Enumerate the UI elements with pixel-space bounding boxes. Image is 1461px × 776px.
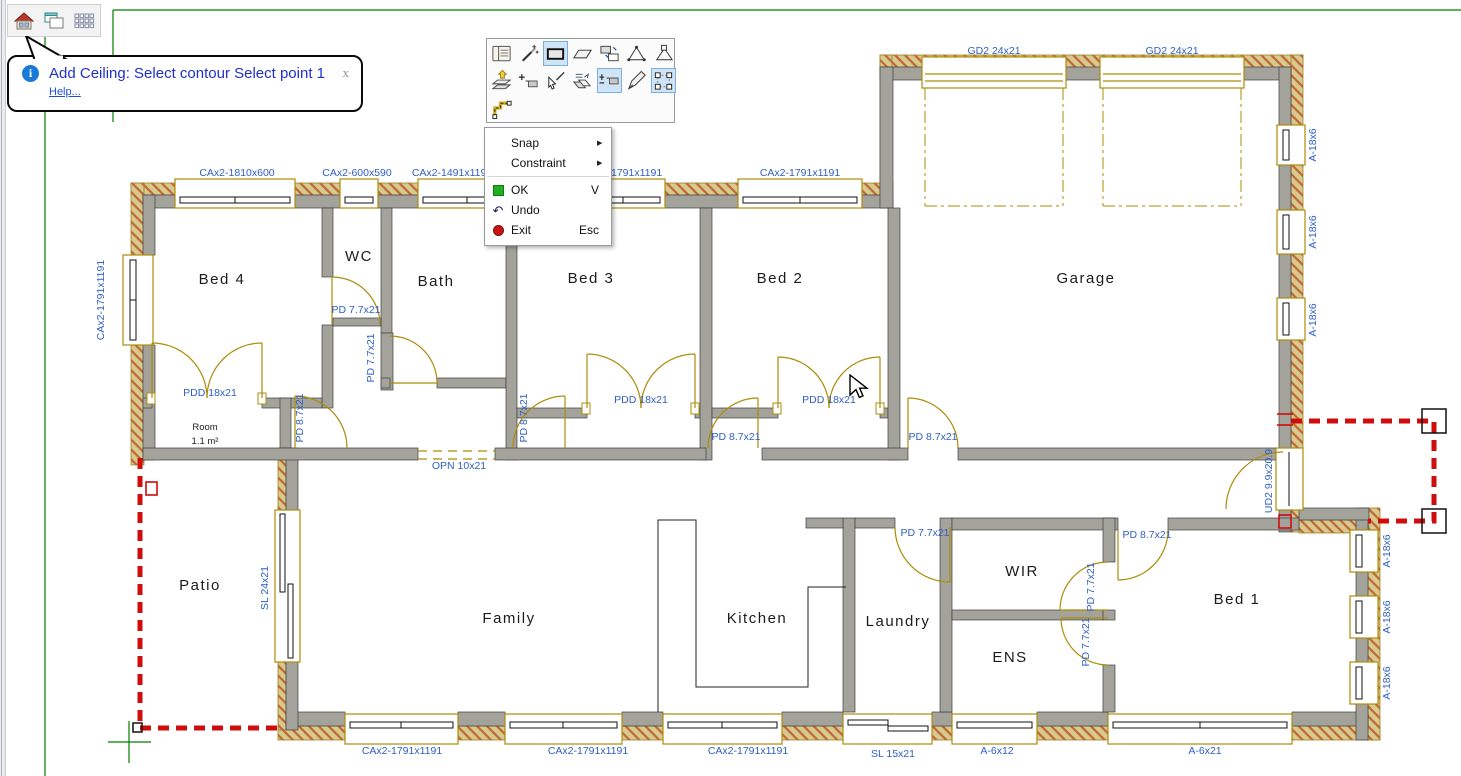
opening-label: OPN 10x21 (432, 460, 486, 472)
room-label: Bath (418, 273, 455, 290)
opening-label: CAx2-1491x1191 (412, 167, 493, 179)
shortcut-key: Esc (579, 223, 599, 237)
opening-label: A-18x6 (1381, 666, 1393, 699)
opening-label: A-18x6 (1381, 600, 1393, 633)
menu-item-constraint[interactable]: Constraint ▶ (485, 153, 611, 173)
cad-application-window: { "colors": { "label-blue": "#2e5ec6", "… (0, 0, 1461, 776)
opening-label: PDD 18x21 (802, 394, 856, 406)
opening-label: A-6x12 (980, 745, 1013, 757)
home-icon[interactable] (10, 7, 37, 34)
opening-label: PD 8.7x21 (1122, 529, 1171, 541)
submenu-arrow-icon: ▶ (597, 139, 611, 147)
mouse-cursor (849, 374, 869, 400)
main-toolbar (7, 4, 101, 37)
multi-edit-tool-icon[interactable] (570, 68, 595, 93)
opening-label: CAx2-1791x1191 (362, 745, 443, 757)
slope-tool-icon[interactable] (570, 41, 595, 66)
block-grid-icon[interactable] (71, 7, 98, 34)
info-icon: i (22, 65, 39, 82)
menu-item-ok[interactable]: OK V (485, 180, 611, 200)
room-label: Laundry (866, 613, 931, 630)
offset-plus-tool-icon[interactable] (516, 68, 541, 93)
opening-label: SL 15x21 (871, 748, 915, 760)
notification-text: Add Ceiling: Select contour Select point… (49, 65, 325, 82)
menu-item-exit[interactable]: Exit Esc (485, 220, 611, 240)
opening-label: GD2 24x21 (1145, 45, 1198, 57)
opening-label: A-18x6 (1307, 128, 1319, 161)
opening-label: PD 7.7x21 (1080, 617, 1092, 666)
room-label: Garage (1056, 270, 1115, 287)
cascade-windows-icon[interactable] (40, 7, 67, 34)
layer-up-tool-icon[interactable] (489, 68, 514, 93)
opening-label: CAx2-1791x1191 (95, 260, 107, 341)
menu-item-undo[interactable]: ↶ Undo (485, 200, 611, 220)
ok-green-square-icon (493, 185, 504, 196)
room-label: Patio (179, 577, 221, 594)
room-label: Bed 2 (757, 270, 804, 287)
opening-label: CAx2-1810x600 (199, 167, 274, 179)
help-link[interactable]: Help... (49, 86, 81, 98)
triangle-node-tool-icon[interactable] (651, 41, 676, 66)
door-swings[interactable] (147, 277, 1283, 665)
garage-door-clearance (925, 88, 1241, 206)
shortcut-key: V (591, 183, 599, 197)
opening-label: PD 8.7x21 (294, 393, 306, 442)
copy-offset-tool-icon[interactable] (597, 41, 622, 66)
opening-label: PD 7.7x21 (365, 333, 377, 382)
room-label: Bed 1 (1214, 591, 1261, 608)
floorplan-canvas[interactable]: CAx2-1810x600CAx2-600x590CAx2-1491x1191C… (0, 0, 1461, 776)
tool-palette (486, 38, 675, 123)
menu-separator (487, 176, 609, 177)
opening-label: GD2 24x21 (967, 45, 1020, 57)
triangle-mesh-tool-icon[interactable] (624, 41, 649, 66)
rectangle-tool-icon[interactable] (543, 41, 568, 66)
opening-label: PDD 18x21 (614, 394, 668, 406)
balloon-tail (18, 36, 70, 59)
room-area-label: Room (192, 422, 217, 433)
room-area-label: 1.1 m² (192, 436, 219, 447)
properties-tool-icon[interactable] (489, 41, 514, 66)
opening-label: PD 7.7x21 (1085, 562, 1097, 611)
opening-label: SL 24x21 (259, 566, 271, 610)
room-label: Family (482, 610, 535, 627)
room-label: WIR (1005, 563, 1039, 580)
pen-slash-tool-icon[interactable] (624, 68, 649, 93)
exit-red-dot-icon (493, 225, 504, 236)
room-label: WC (345, 248, 373, 265)
undo-arrow-icon: ↶ (493, 204, 504, 217)
opening-label: UD2 9.9x20.9 (1263, 449, 1275, 513)
submenu-arrow-icon: ▶ (597, 159, 611, 167)
opening-label: A-18x6 (1307, 215, 1319, 248)
offset-step-tool-icon[interactable] (597, 68, 622, 93)
opening-label: PD 7.7x21 (331, 304, 380, 316)
room-label: Bed 4 (199, 271, 246, 288)
opening-label: CAx2-600x590 (322, 167, 392, 179)
magic-wand-tool-icon[interactable] (516, 41, 541, 66)
room-label: Bed 3 (568, 270, 615, 287)
opening-label: PD 7.7x21 (900, 527, 949, 539)
pick-line-tool-icon[interactable] (543, 68, 568, 93)
room-label: ENS (992, 649, 1027, 666)
menu-item-snap[interactable]: Snap ▶ (485, 133, 611, 153)
notification-balloon: i Add Ceiling: Select contour Select poi… (7, 55, 363, 112)
opening-label: A-18x6 (1381, 534, 1393, 567)
opening-label: CAx2-1791x1191 (548, 745, 629, 757)
opening-label: CAx2-1791x1191 (708, 745, 789, 757)
opening-label: PD 8.7x21 (711, 431, 760, 443)
close-icon[interactable]: x (341, 65, 352, 81)
opening-label: PDD 18x21 (183, 387, 237, 399)
wall-path-tool-icon[interactable] (489, 95, 514, 120)
node-grid-tool-icon[interactable] (651, 68, 676, 93)
viewport-edge (0, 0, 6, 776)
room-label: Kitchen (727, 610, 788, 627)
opening-label: PD 8.7x21 (908, 431, 957, 443)
grid-axis-lines (45, 10, 1461, 776)
opening-label: A-18x6 (1307, 303, 1319, 336)
opening-label: CAx2-1791x1191 (760, 167, 841, 179)
opening-label: A-6x21 (1188, 745, 1221, 757)
context-menu: Snap ▶ Constraint ▶ OK V ↶ Undo Exit Esc (484, 127, 612, 246)
opening-label: PD 8.7x21 (518, 393, 530, 442)
